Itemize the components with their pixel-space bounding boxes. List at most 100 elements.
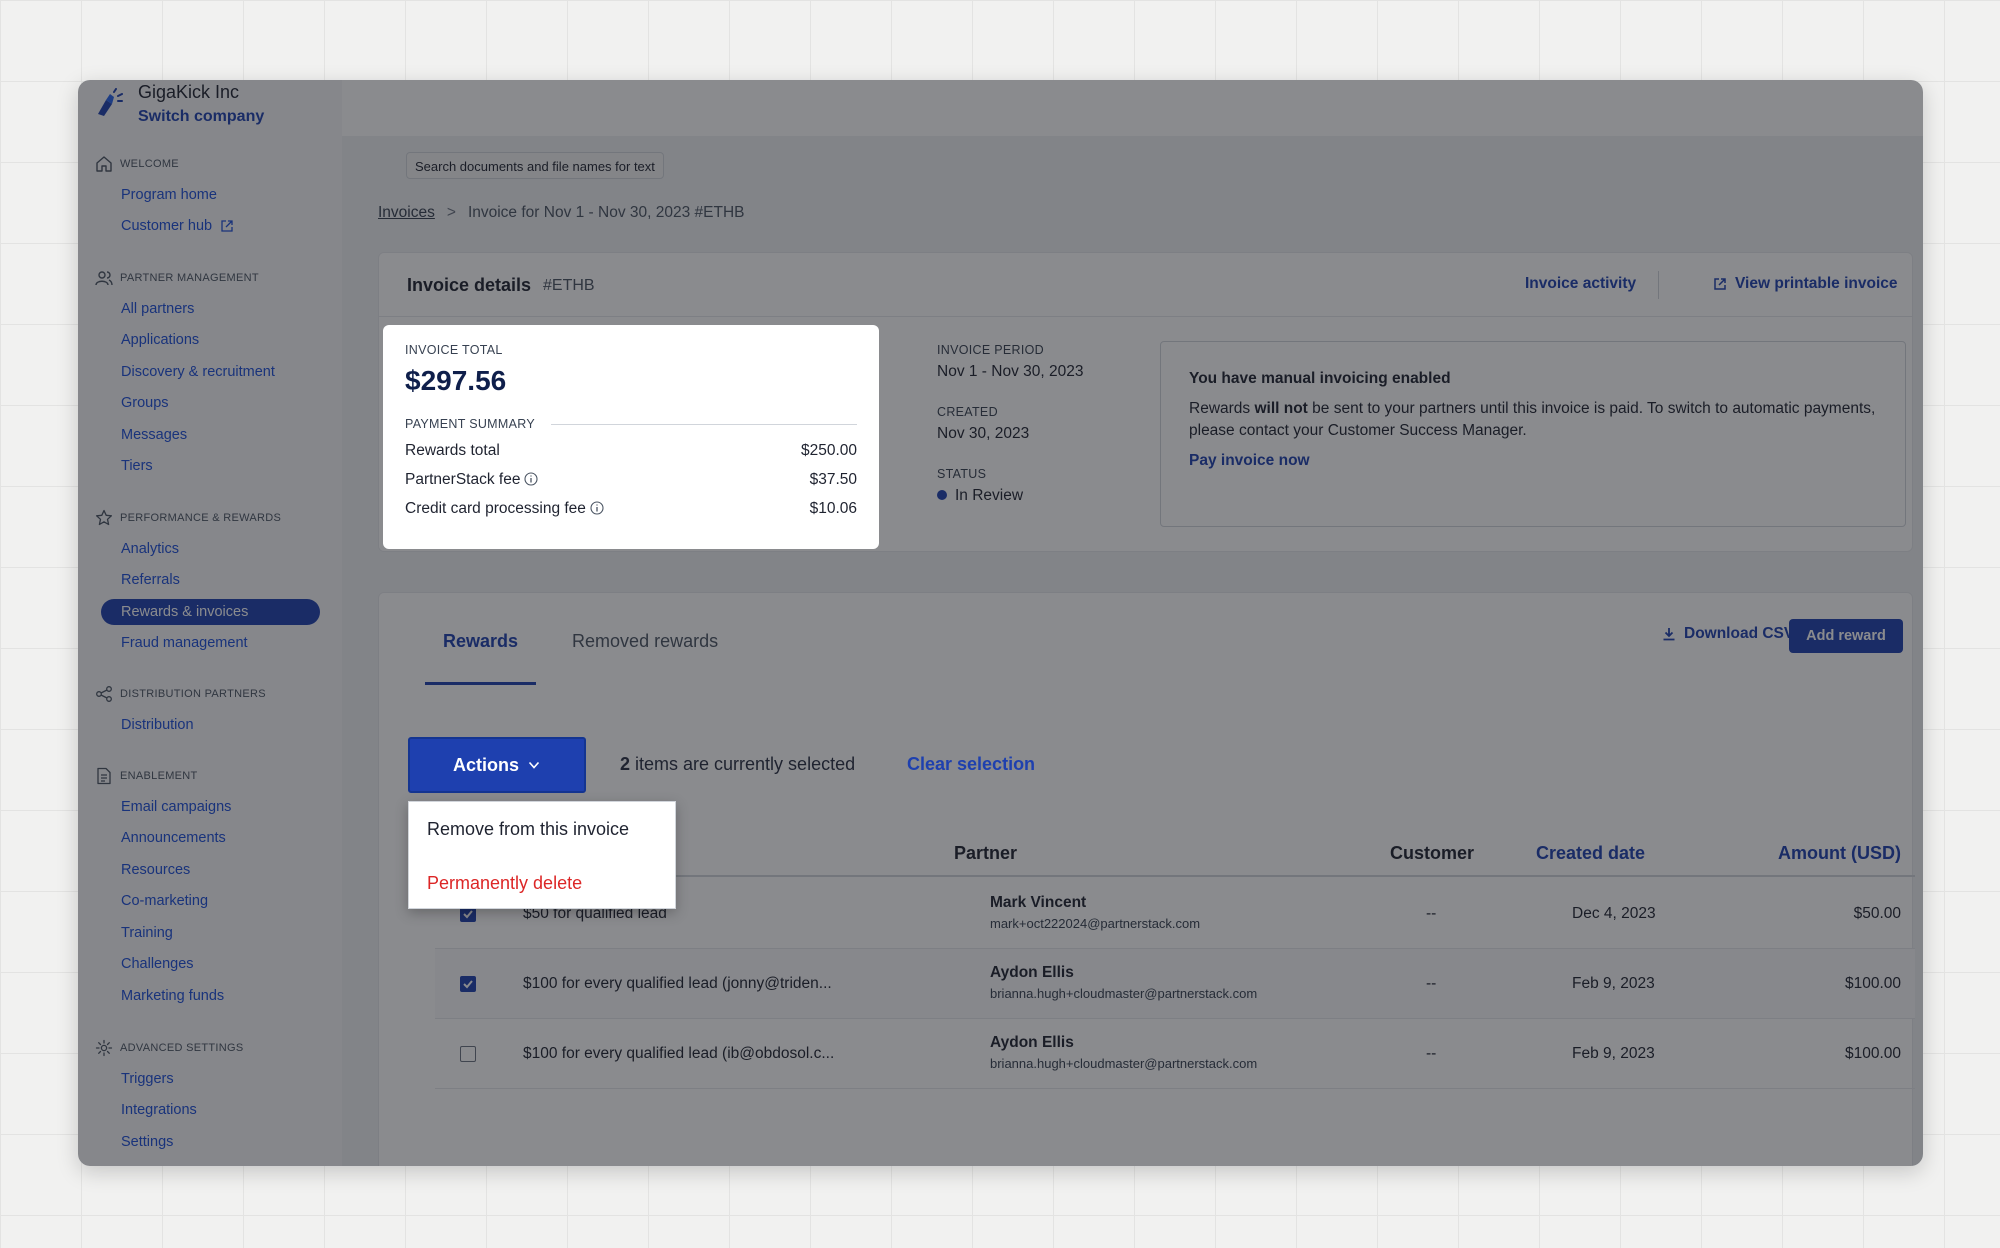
invoice-period-value: Nov 1 - Nov 30, 2023 xyxy=(937,363,1084,380)
partner-name: Aydon Ellis xyxy=(990,1034,1074,1051)
app-window: GigaKick Inc Switch company Welcome Prog… xyxy=(78,80,1923,1166)
reward-description: $100 for every qualified lead (ib@obdoso… xyxy=(523,1045,835,1062)
sidebar-item-resources[interactable]: Resources xyxy=(78,857,342,883)
download-csv-button[interactable]: Download CSV xyxy=(1662,625,1794,643)
partner-cell: Aydon Ellis brianna.hugh+cloudmaster@par… xyxy=(990,964,1257,1001)
row-checkbox[interactable] xyxy=(460,976,476,992)
home-icon xyxy=(94,154,114,174)
nav-section-distribution: Distribution partners Distribution xyxy=(78,682,342,738)
sidebar-item-training[interactable]: Training xyxy=(78,920,342,946)
check-icon xyxy=(463,980,473,989)
sidebar-item-fraud-management[interactable]: Fraud management xyxy=(78,630,342,656)
breadcrumb-current: Invoice for Nov 1 - Nov 30, 2023 #ETHB xyxy=(467,204,745,221)
column-header-created-date[interactable]: Created date xyxy=(1536,843,1645,864)
payment-summary-label: Payment summary xyxy=(405,417,535,431)
sidebar-item-triggers[interactable]: Triggers xyxy=(78,1066,342,1092)
nav-header-label: Distribution partners xyxy=(120,688,266,700)
download-icon xyxy=(1663,628,1675,641)
nav-section-performance: Performance & rewards Analytics Referral… xyxy=(78,506,342,656)
sidebar: GigaKick Inc Switch company Welcome Prog… xyxy=(78,80,342,1166)
switch-company-link[interactable]: Switch company xyxy=(138,104,264,130)
sidebar-item-marketing-funds[interactable]: Marketing funds xyxy=(78,983,342,1009)
company-name: GigaKick Inc xyxy=(138,82,240,102)
column-header-partner: Partner xyxy=(954,843,1018,863)
status-dot-icon xyxy=(937,490,947,500)
top-bar xyxy=(342,80,1923,136)
nav-header-label: Performance & rewards xyxy=(120,512,282,524)
nav-header-label: Advanced settings xyxy=(120,1042,244,1054)
created-date-cell: Dec 4, 2023 xyxy=(1572,905,1656,922)
header-divider xyxy=(1658,271,1659,299)
amount-cell: $100.00 xyxy=(1844,975,1901,992)
sidebar-item-groups[interactable]: Groups xyxy=(78,390,342,416)
invoice-created-value: Nov 30, 2023 xyxy=(937,425,1030,442)
sidebar-item-challenges[interactable]: Challenges xyxy=(78,951,342,977)
actions-dropdown-button[interactable]: Actions xyxy=(408,737,586,793)
payment-summary-header: Payment summary xyxy=(405,417,857,431)
partner-email: brianna.hugh+cloudmaster@partnerstack.co… xyxy=(990,1056,1258,1071)
pay-invoice-now-link[interactable]: Pay invoice now xyxy=(1189,452,1877,470)
app-content: GigaKick Inc Switch company Welcome Prog… xyxy=(78,80,1923,1166)
menu-item-permanently-delete[interactable]: Permanently delete xyxy=(409,856,675,910)
sidebar-item-rewards-invoices[interactable]: Rewards & invoices xyxy=(101,598,320,625)
nav-section-enablement: Enablement Email campaigns Announcements… xyxy=(78,764,342,1009)
tab-rewards[interactable]: Rewards xyxy=(425,593,537,685)
invoice-activity-link[interactable]: Invoice activity xyxy=(1525,275,1636,293)
info-icon[interactable] xyxy=(590,501,604,515)
customer-cell: -- xyxy=(1426,1045,1437,1062)
sidebar-item-program-home[interactable]: Program home xyxy=(78,182,342,208)
amount-cell: $100.00 xyxy=(1844,1045,1901,1062)
invoice-created-label: Created xyxy=(937,405,998,419)
invoice-status-label: Status xyxy=(937,467,987,481)
view-printable-invoice-link[interactable]: View printable invoice xyxy=(1713,275,1898,293)
status-text: In Review xyxy=(955,487,1024,504)
info-icon[interactable] xyxy=(524,472,539,486)
line-label: Rewards total xyxy=(405,442,500,459)
nav-header-welcome: Welcome xyxy=(78,152,342,176)
payment-line-rewards-total: Rewards total $250.00 xyxy=(405,442,857,460)
tab-removed-rewards[interactable]: Removed rewards xyxy=(554,593,736,685)
sidebar-item-referrals[interactable]: Referrals xyxy=(78,567,342,593)
star-icon xyxy=(94,508,114,528)
status-badge: In Review xyxy=(937,487,1023,505)
download-csv-label: Download CSV xyxy=(1684,625,1795,642)
add-reward-button[interactable]: Add reward xyxy=(1789,619,1903,653)
sidebar-item-integrations[interactable]: Integrations xyxy=(78,1097,342,1123)
notice-title: You have manual invoicing enabled xyxy=(1189,370,1451,387)
nav-header-label: Partner management xyxy=(120,272,259,284)
line-label: Credit card processing fee xyxy=(405,500,586,517)
divider xyxy=(550,423,857,425)
invoice-total-panel: Invoice total $297.56 Payment summary Re… xyxy=(383,325,879,549)
sidebar-item-announcements[interactable]: Announcements xyxy=(78,825,342,851)
sidebar-item-customer-hub[interactable]: Customer hub xyxy=(78,213,342,239)
sidebar-item-label: Customer hub xyxy=(121,218,213,234)
sidebar-item-distribution[interactable]: Distribution xyxy=(78,712,342,738)
sidebar-item-email-campaigns[interactable]: Email campaigns xyxy=(78,794,342,820)
column-header-amount[interactable]: Amount (USD) xyxy=(1778,843,1901,864)
sidebar-item-discovery-recruitment[interactable]: Discovery & recruitment xyxy=(78,359,342,385)
invoice-period: Invoice period Nov 1 - Nov 30, 2023 xyxy=(937,343,1083,381)
row-checkbox[interactable] xyxy=(460,1046,476,1062)
sidebar-item-settings[interactable]: Settings xyxy=(78,1129,342,1155)
nav-header-partner-management: Partner management xyxy=(78,266,342,290)
menu-item-remove-from-invoice[interactable]: Remove from this invoice xyxy=(409,802,675,856)
sidebar-item-co-marketing[interactable]: Co-marketing xyxy=(78,888,342,914)
amount-cell: $50.00 xyxy=(1853,905,1901,922)
sidebar-item-messages[interactable]: Messages xyxy=(78,422,342,448)
sidebar-item-all-partners[interactable]: All partners xyxy=(78,296,342,322)
nav-section-advanced: Advanced settings Triggers Integrations … xyxy=(78,1036,342,1155)
created-date-cell: Feb 9, 2023 xyxy=(1572,975,1655,992)
search-tooltip: Search documents and file names for text xyxy=(406,152,664,179)
breadcrumb-invoices-link[interactable]: Invoices xyxy=(378,204,435,222)
selected-count: 2 xyxy=(620,754,631,774)
sidebar-item-applications[interactable]: Applications xyxy=(78,327,342,353)
nav-section-partner-management: Partner management All partners Applicat… xyxy=(78,266,342,479)
customer-cell: -- xyxy=(1426,905,1437,922)
invoice-status: Status In Review xyxy=(937,467,1023,505)
sidebar-item-tiers[interactable]: Tiers xyxy=(78,453,342,479)
nav-header-enablement: Enablement xyxy=(78,764,342,788)
main-content: Search documents and file names for text… xyxy=(342,80,1923,1166)
clear-selection-link[interactable]: Clear selection xyxy=(907,754,1035,775)
invoice-total-amount: $297.56 xyxy=(405,365,507,396)
sidebar-item-analytics[interactable]: Analytics xyxy=(78,536,342,562)
